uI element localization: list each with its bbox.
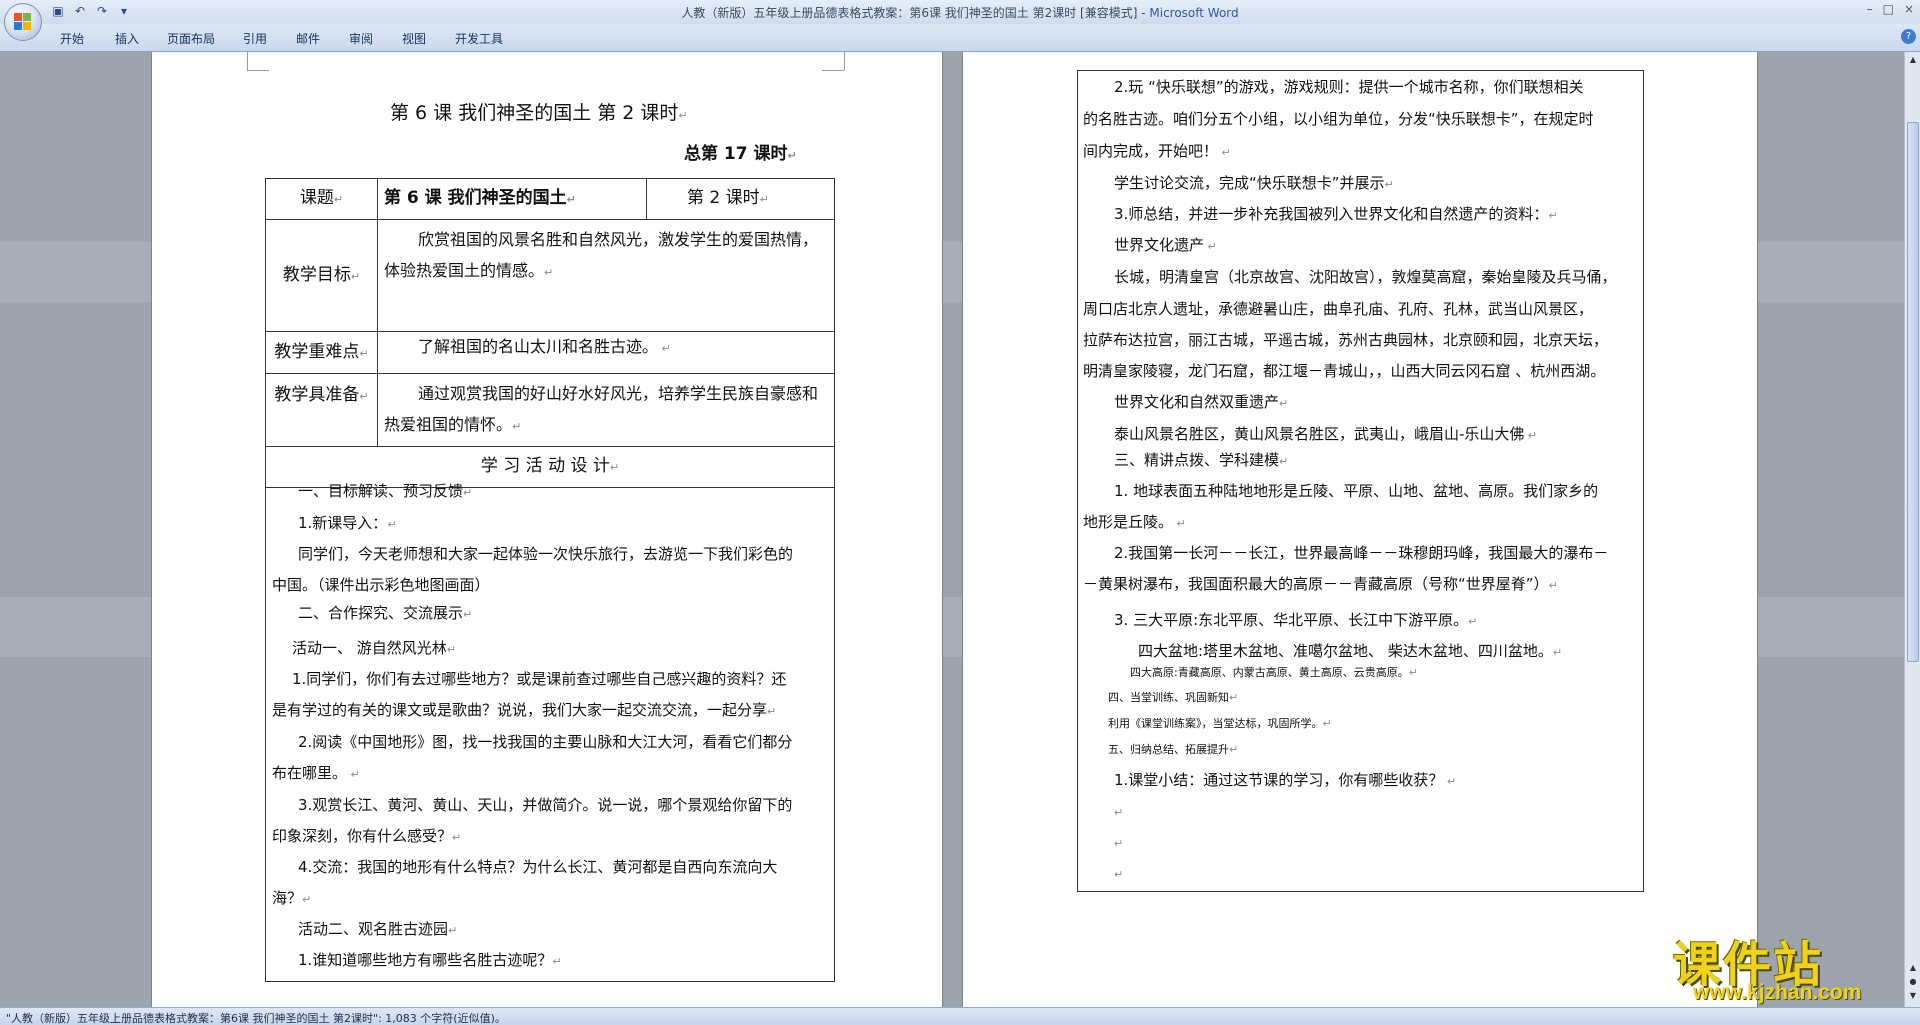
key-points-label: 教学重难点↵ <box>265 331 378 374</box>
text-line: 印象深刻，你有什么感受？↵ <box>272 827 462 845</box>
text-line: 三、精讲点拨、学科建模↵ <box>1114 451 1289 469</box>
text-line: 布在哪里。 ↵ <box>272 764 360 782</box>
period-value: 第 2 课时↵ <box>646 178 835 220</box>
crop-mark <box>247 52 248 70</box>
empty-paragraph-mark: ↵ <box>1114 868 1124 881</box>
text-line: 4.交流：我国的地形有什么特点？为什么长江、黄河都是自西向东流向大 <box>298 858 778 876</box>
help-icon[interactable]: ? <box>1901 29 1916 44</box>
text-line: 世界文化和自然双重遗产↵ <box>1114 393 1289 411</box>
title-bar: ▣ ↶ ↷ ▾ 人教（新版）五年级上册品德表格式教案：第6课 我们神圣的国土 第… <box>0 0 1920 24</box>
text-line: 1. 地球表面五种陆地地形是丘陵、平原、山地、盆地、高原。我们家乡的 <box>1114 482 1599 500</box>
crop-mark <box>822 70 844 71</box>
text-line: 中国。（课件出示彩色地图画面） <box>272 576 490 594</box>
text-line: 五、归纳总结、拓展提升↵ <box>1108 743 1239 756</box>
text-line: 地形是丘陵。 ↵ <box>1083 513 1186 531</box>
text-line: 一、目标解读、预习反馈↵ <box>298 482 473 500</box>
text-line: 的名胜古迹。咱们分五个小组，以小组为单位，分发“快乐联想卡”，在规定时 <box>1083 110 1594 128</box>
text-line: 3.师总结，并进一步补充我国被列入世界文化和自然遗产的资料：↵ <box>1114 205 1558 223</box>
text-line: 1.新课导入：↵ <box>298 514 397 532</box>
office-button[interactable] <box>4 3 42 41</box>
crop-mark <box>247 70 269 71</box>
lesson-heading: 第 6 课 我们神圣的国土 第 2 课时↵ <box>390 102 688 124</box>
goal-value: 欣赏祖国的风景名胜和自然风光，激发学生的爱国热情，体验热爱国土的情感。↵ <box>377 219 835 332</box>
status-bar: "人教（新版）五年级上册品德表格式教案：第6课 我们神圣的国土 第2课时": 1… <box>0 1007 1920 1025</box>
close-button[interactable]: × <box>1904 2 1914 16</box>
vertical-scrollbar[interactable]: ▲ ▲ ● ▼ <box>1904 52 1920 1007</box>
lesson-plan-table: 课题↵ 第 6 课 我们神圣的国土↵ 第 2 课时↵ 教学目标↵ 欣赏祖国的风景… <box>265 178 835 488</box>
window-title: 人教（新版）五年级上册品德表格式教案：第6课 我们神圣的国土 第2课时 [兼容模… <box>0 4 1920 21</box>
goal-label: 教学目标↵ <box>265 219 378 332</box>
text-line: 世界文化遗产 ↵ <box>1114 236 1217 254</box>
topic-label: 课题↵ <box>265 178 378 220</box>
page-right[interactable]: 2.玩 “快乐联想”的游戏，游戏规则：提供一个城市名称，你们联想相关 的名胜古迹… <box>963 52 1757 1007</box>
text-line: 长城，明清皇宫（北京故宫、沈阳故宫），敦煌莫高窟，秦始皇陵及兵马俑， <box>1114 268 1617 286</box>
text-line: 1.课堂小结：通过这节课的学习，你有哪些收获？ ↵ <box>1114 771 1457 789</box>
text-line: 泰山风景名胜区，黄山风景名胜区，武夷山，峨眉山-乐山大佛 ↵ <box>1114 425 1538 443</box>
text-line: 同学们，今天老师想和大家一起体验一次快乐旅行，去游览一下我们彩色的 <box>298 545 794 563</box>
app-name: Microsoft Word <box>1149 6 1239 20</box>
text-line: 2.阅读《中国地形》图，找一找我国的主要山脉和大江大河，看看它们都分 <box>298 733 793 751</box>
text-line: 间内完成，开始吧！ ↵ <box>1083 142 1231 160</box>
minimize-button[interactable]: – <box>1867 2 1873 16</box>
text-line: 活动一、 游自然风光林↵ <box>292 639 456 657</box>
table-row: 课题↵ 第 6 课 我们神圣的国土↵ 第 2 课时↵ <box>265 178 835 220</box>
text-line: －黄果树瀑布，我国面积最大的高原－－青藏高原（号称“世界屋脊”）↵ <box>1083 575 1558 593</box>
table-row: 教学目标↵ 欣赏祖国的风景名胜和自然风光，激发学生的爱国热情，体验热爱国土的情感… <box>265 219 835 332</box>
window-controls: – □ × <box>1867 2 1914 16</box>
tab-view[interactable]: 视图 <box>402 30 426 47</box>
tab-page-layout[interactable]: 页面布局 <box>167 30 215 47</box>
tab-insert[interactable]: 插入 <box>115 30 139 47</box>
tab-references[interactable]: 引用 <box>243 30 267 47</box>
text-line: 2.玩 “快乐联想”的游戏，游戏规则：提供一个城市名称，你们联想相关 <box>1114 78 1584 96</box>
empty-paragraph-mark: ↵ <box>1114 837 1124 850</box>
text-line: 四大盆地:塔里木盆地、准噶尔盆地、 柴达木盆地、四川盆地。↵ <box>1138 642 1563 660</box>
tab-developer[interactable]: 开发工具 <box>455 30 503 47</box>
status-text: "人教（新版）五年级上册品德表格式教案：第6课 我们神圣的国土 第2课时": 1… <box>6 1012 506 1025</box>
scroll-up-arrow-icon[interactable]: ▲ <box>1907 54 1919 66</box>
scroll-thumb[interactable] <box>1907 122 1919 662</box>
document-area: 第 6 课 我们神圣的国土 第 2 课时↵ 总第 17 课时↵ 课题↵ 第 6 … <box>0 52 1904 1007</box>
ribbon-tabs: 开始 插入 页面布局 引用 邮件 审阅 视图 开发工具 ? <box>0 24 1920 52</box>
text-line: 四大高原:青藏高原、内蒙古高原、黄土高原、云贵高原。↵ <box>1130 666 1418 679</box>
page-left[interactable]: 第 6 课 我们神圣的国土 第 2 课时↵ 总第 17 课时↵ 课题↵ 第 6 … <box>152 52 942 1007</box>
watermark-logo: 课件站 www.kjzhan.com <box>1665 925 1910 1005</box>
total-lesson-count: 总第 17 课时↵ <box>684 144 797 164</box>
text-line: 拉萨布达拉宫，丽江古城，平遥古城，苏州古典园林，北京颐和园，北京天坛， <box>1083 331 1609 349</box>
document-title: 人教（新版）五年级上册品德表格式教案：第6课 我们神圣的国土 第2课时 [兼容模… <box>681 6 1150 20</box>
text-line: 3.观赏长江、黄河、黄山、天山，并做简介。说一说，哪个景观给你留下的 <box>298 796 793 814</box>
tab-review[interactable]: 审阅 <box>349 30 373 47</box>
tab-home[interactable]: 开始 <box>60 30 84 47</box>
text-line: 2.我国第一长河－－长江，世界最高峰－－珠穆朗玛峰，我国最大的瀑布－ <box>1114 544 1609 562</box>
tools-value: 通过观赏我国的好山好水好风光，培养学生民族自豪感和热爱祖国的情怀。↵ <box>377 373 835 447</box>
text-line: 二、合作探究、交流展示↵ <box>298 604 473 622</box>
tab-mailings[interactable]: 邮件 <box>296 30 320 47</box>
text-line: 周口店北京人遗址，承德避暑山庄，曲阜孔庙、孔府、孔林，武当山风景区， <box>1083 300 1594 318</box>
text-line: 利用《课堂训练案》，当堂达标，巩固所学。↵ <box>1108 717 1332 730</box>
tools-label: 教学具准备↵ <box>265 373 378 447</box>
office-logo-icon <box>14 13 32 31</box>
text-line: 明清皇家陵寝，龙门石窟，都江堰－青城山，，山西大同云冈石窟 、杭州西湖。 <box>1083 362 1606 380</box>
text-line: 活动二、观名胜古迹园↵ <box>298 920 458 938</box>
topic-value: 第 6 课 我们神圣的国土↵ <box>377 178 647 220</box>
watermark-url: www.kjzhan.com <box>1693 981 1862 1004</box>
text-line: 3. 三大平原:东北平原、华北平原、长江中下游平原。↵ <box>1114 611 1478 629</box>
text-line: 是有学过的有关的课文或是歌曲？说说，我们大家一起交流交流，一起分享↵ <box>272 701 777 719</box>
table-row: 教学具准备↵ 通过观赏我国的好山好水好风光，培养学生民族自豪感和热爱祖国的情怀。… <box>265 373 835 447</box>
text-line: 海？↵ <box>272 889 312 907</box>
text-line: 1.谁知道哪些地方有哪些名胜古迹呢？↵ <box>298 951 562 969</box>
maximize-button[interactable]: □ <box>1883 2 1894 16</box>
text-line: 1.同学们，你们有去过哪些地方？或是课前查过哪些自己感兴趣的资料？还 <box>292 670 787 688</box>
text-line: 学生讨论交流，完成“快乐联想卡”并展示↵ <box>1114 174 1394 192</box>
table-row: 教学重难点↵ 了解祖国的名山太川和名胜古迹。 ↵ <box>265 331 835 374</box>
empty-paragraph-mark: ↵ <box>1114 806 1124 819</box>
crop-mark <box>844 52 845 70</box>
text-line: 四、当堂训练、巩固新知↵ <box>1108 691 1239 704</box>
key-points-value: 了解祖国的名山太川和名胜古迹。 ↵ <box>377 331 835 374</box>
